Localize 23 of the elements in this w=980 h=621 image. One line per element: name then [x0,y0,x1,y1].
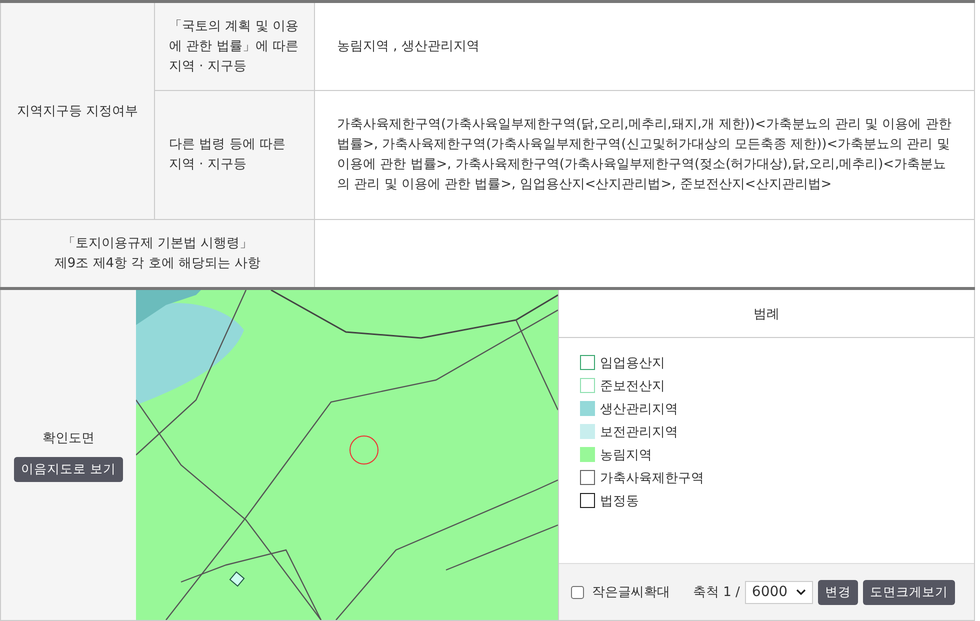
enlarge-map-button[interactable]: 도면크게보기 [862,580,955,604]
legend-label: 생산관리지역 [600,400,678,418]
row-subheader: 다른 법령 등에 따른 지역 · 지구등 [169,136,286,174]
scale-label: 축척 1 / [693,584,740,601]
table-cell-text: 가축사육제한구역(가축사육일부제한구역(닭,오리,메추리,돼지,개 제한))<가축분뇨의 관리 및 이용에 관한 법률>, 가축사육제한구역(가축사육일부제한구역(신고및허가대상의 모든축종 제한))<가축분뇨의 관리 및 이용에 관한 법률>, 가축사육제한구역(가축사육일부제한구역(젖소(허가대상),닭,오리,메추리)<가축분뇨의 관리 및 이용에 관한 법률>, 임업용산지<산지관리법>, 준보전산지<산지관리법> [337,116,952,194]
row-subheader: 「국토의 계획 및 이용에 관한 법률」에 따른 지역 · 지구등 [169,18,300,76]
legend-label: 가축사육제한구역 [600,470,704,486]
legend-label: 농림지역 [600,446,652,464]
checkbox[interactable] [571,586,584,598]
legend-label: 보전관리지역 [600,424,678,440]
row-header: 「토지이용규제 기본법 시행령」 제9조 제4항 각 호에 해당되는 사항 [0,220,315,287]
scale-dropdown[interactable]: 6000 [744,580,813,604]
legend-label: 준보전산지 [600,378,665,394]
legend-label: 법정동 [600,492,639,510]
row-header: 지역지구등 지정여부 [0,3,155,219]
legend-title: 범례 [559,290,974,338]
map-view-button[interactable]: 이음지도로 보기 [14,456,123,482]
legend-label: 임업용산지 [600,354,665,372]
change-button[interactable]: 변경 [818,580,858,604]
checkbox-label: 작은글씨확대 [592,584,670,601]
table-cell-text: 농림지역 , 생산관리지역 [337,38,480,56]
row-header: 확인도면 [42,430,94,446]
caret-icon [796,589,806,595]
